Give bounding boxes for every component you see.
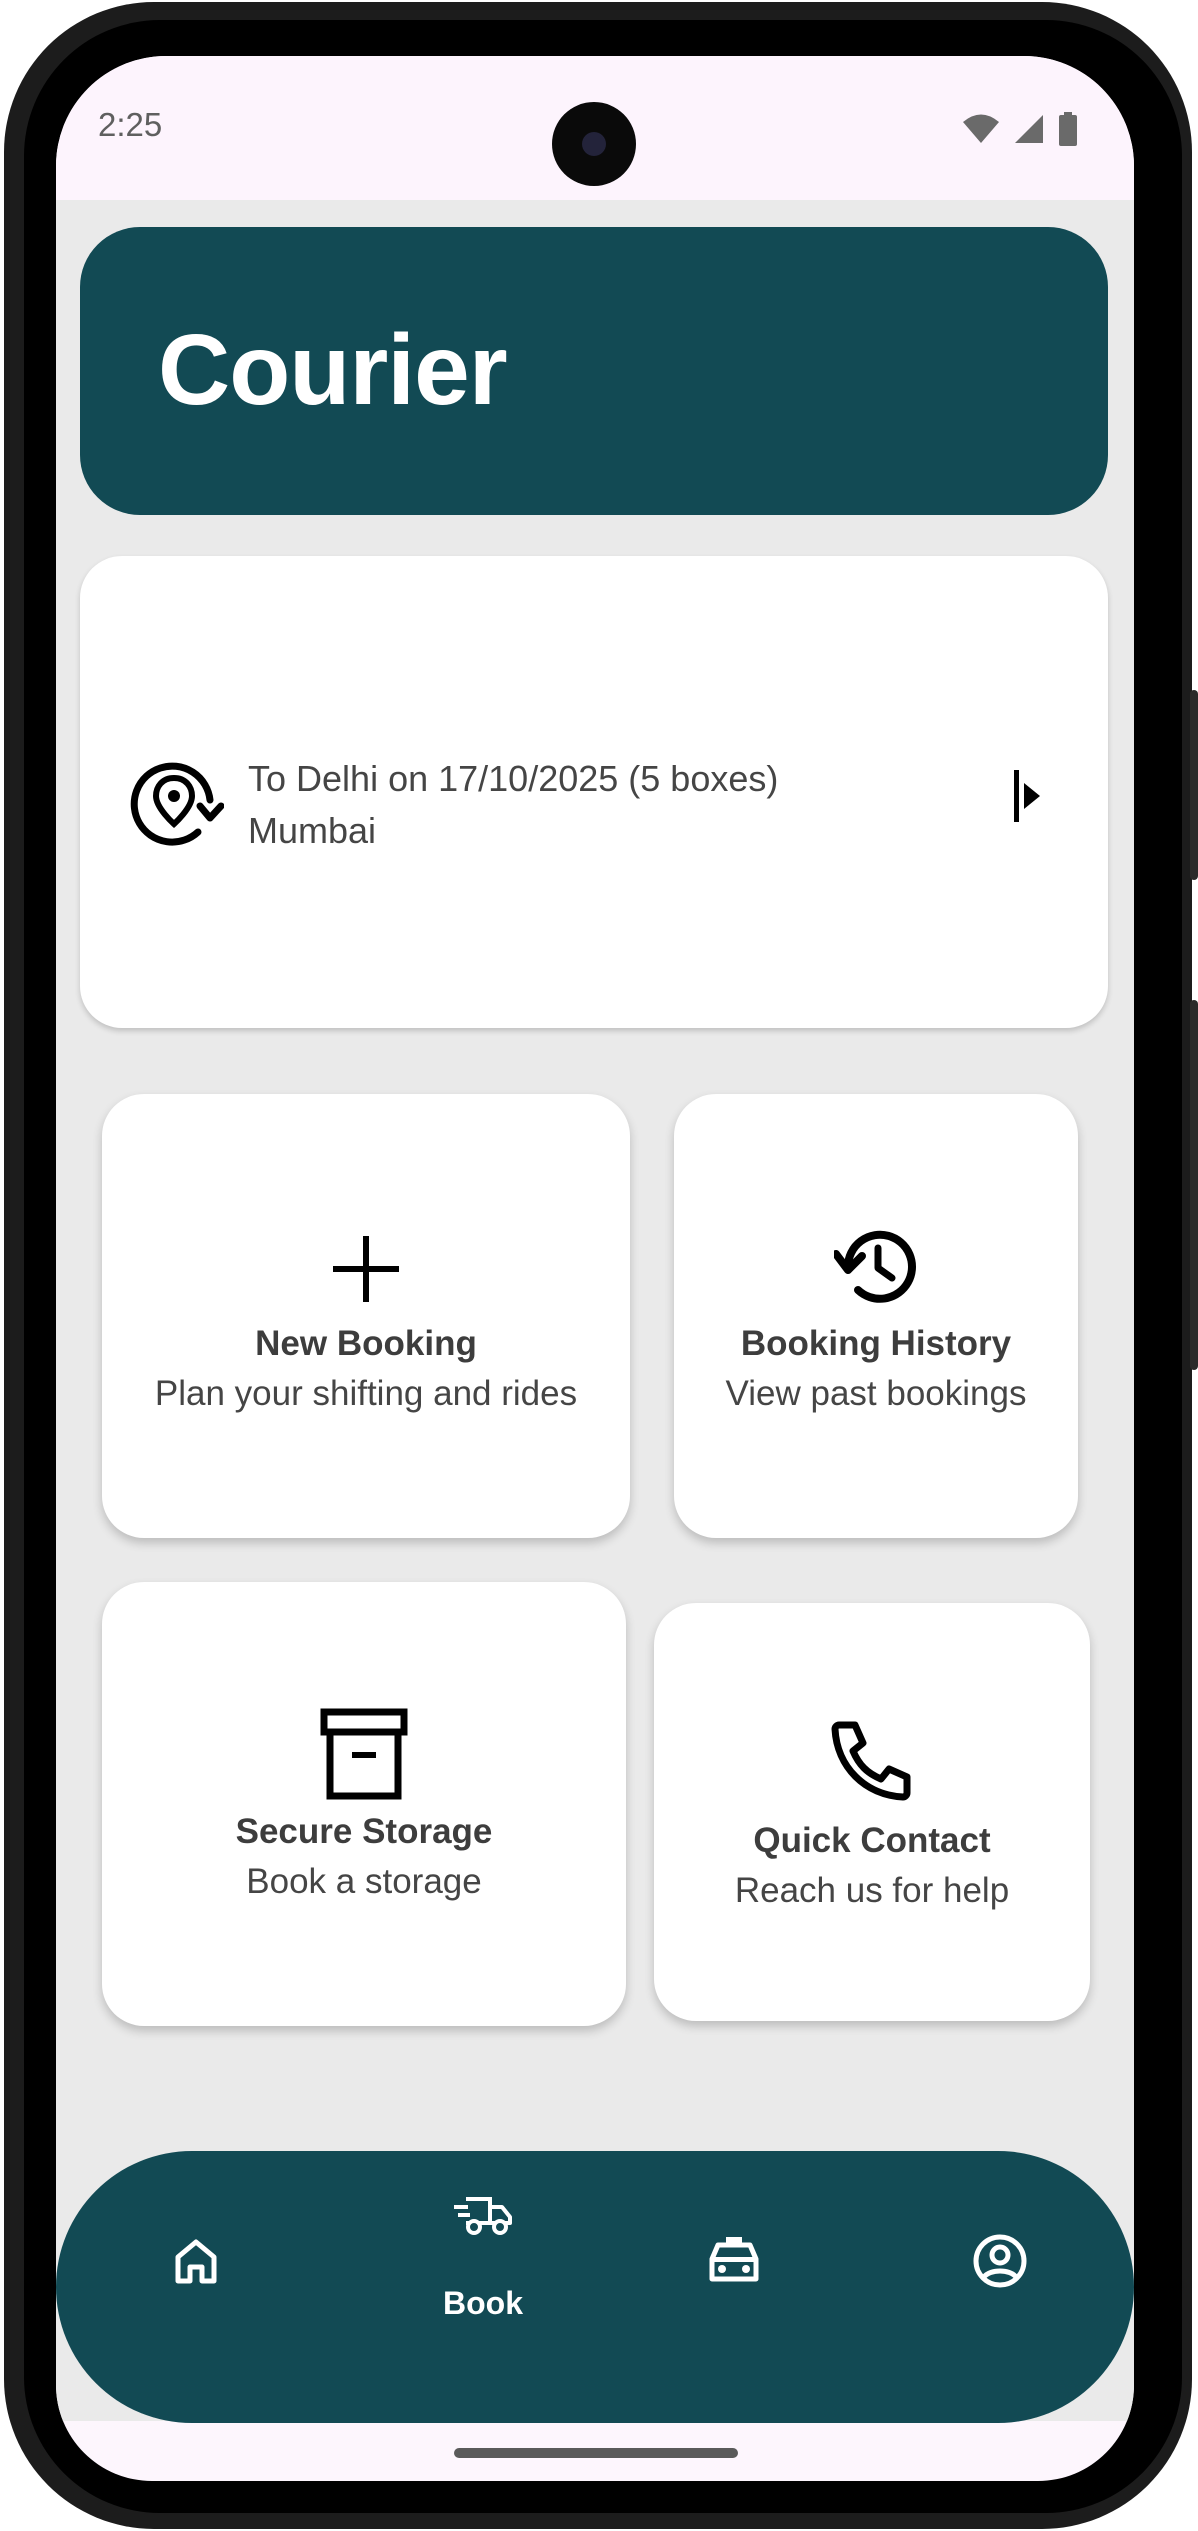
nav-home[interactable] — [156, 2221, 236, 2301]
tile-subtitle: Reach us for help — [734, 1871, 1010, 1910]
front-camera — [552, 102, 636, 186]
app-title: Courier — [158, 314, 508, 426]
phone-icon — [831, 1721, 911, 1801]
main-content: Courier To Delhi on 17/10/2025 (5 boxes)… — [56, 200, 1134, 2421]
location-refresh-icon — [130, 762, 224, 846]
secure-storage-tile[interactable]: Secure Storage Book a storage — [102, 1582, 626, 2026]
battery-icon — [1059, 112, 1077, 146]
truck-icon — [454, 2197, 512, 2235]
side-button-power — [1190, 1000, 1198, 1370]
account-icon — [973, 2234, 1027, 2288]
tile-subtitle: View past bookings — [725, 1374, 1027, 1413]
history-icon — [834, 1230, 916, 1303]
wifi-icon — [963, 114, 999, 143]
status-bar: 2:25 — [56, 56, 1134, 200]
nav-book-label: Book — [443, 2285, 523, 2321]
booking-history-tile[interactable]: Booking History View past bookings — [674, 1094, 1078, 1538]
plus-icon — [333, 1236, 399, 1302]
nav-book[interactable]: Book — [408, 2181, 558, 2341]
status-time: 2:25 — [98, 106, 163, 143]
tile-title: Quick Contact — [753, 1821, 991, 1860]
booking-destination: To Delhi on 17/10/2025 (5 boxes) — [248, 758, 779, 799]
app-header: Courier — [80, 227, 1108, 515]
current-booking-card[interactable]: To Delhi on 17/10/2025 (5 boxes) Mumbai — [80, 556, 1108, 1028]
archive-box-icon — [320, 1708, 408, 1800]
bottom-navigation: Book — [56, 2151, 1134, 2423]
status-icons — [962, 112, 1078, 146]
play-arrow-icon[interactable] — [1012, 770, 1044, 822]
booking-origin: Mumbai — [248, 810, 377, 851]
nav-ride[interactable] — [694, 2221, 774, 2301]
signal-icon — [1015, 115, 1043, 143]
home-icon — [175, 2239, 217, 2284]
tile-title: New Booking — [255, 1324, 477, 1363]
tile-subtitle: Plan your shifting and rides — [154, 1374, 578, 1413]
side-button-volume — [1190, 690, 1198, 880]
home-indicator[interactable] — [454, 2448, 738, 2458]
tile-title: Secure Storage — [235, 1812, 493, 1851]
new-booking-tile[interactable]: New Booking Plan your shifting and rides — [102, 1094, 630, 1538]
tile-title: Booking History — [740, 1324, 1012, 1363]
phone-screen: 2:25 Courier To Delhi on 17/10/2025 (5 b… — [56, 56, 1134, 2481]
taxi-icon — [709, 2237, 759, 2282]
quick-contact-tile[interactable]: Quick Contact Reach us for help — [654, 1603, 1090, 2021]
nav-profile[interactable] — [960, 2221, 1040, 2301]
tile-subtitle: Book a storage — [246, 1862, 482, 1901]
